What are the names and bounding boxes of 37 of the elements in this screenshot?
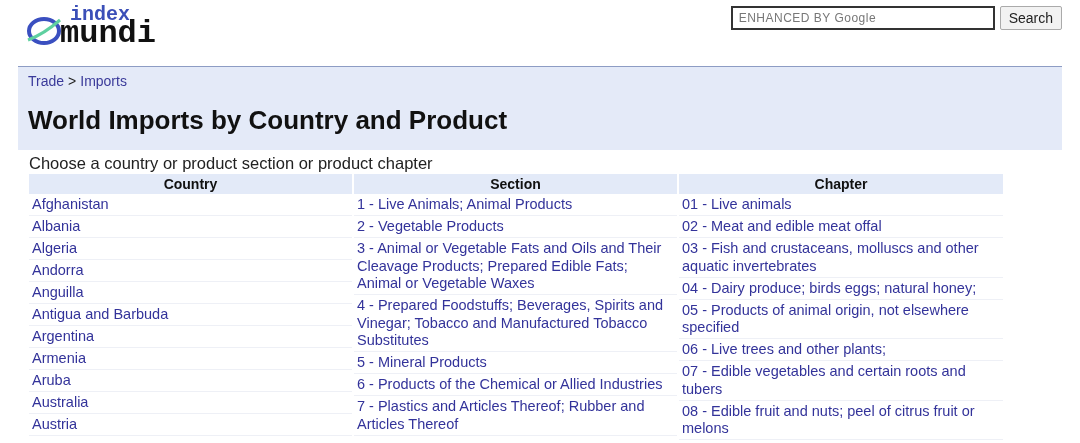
list-link[interactable]: 02 - Meat and edible meat offal (682, 218, 1000, 236)
list-link[interactable]: 4 - Prepared Foodstuffs; Beverages, Spirits and Vinegar; Tobacco and Manufactured Tobacco Substitutes (357, 297, 674, 350)
list-link[interactable]: 06 - Live trees and other plants; (682, 341, 1000, 359)
list-link[interactable]: Aruba (32, 372, 349, 390)
logo-text: index (70, 6, 130, 23)
list-link[interactable]: 07 - Edible vegetables and certain roots and tubers (682, 363, 1000, 398)
list-link[interactable]: Australia (32, 394, 349, 412)
breadcrumb-link[interactable]: Trade (28, 73, 65, 89)
list-link[interactable]: 03 - Fish and crustaceans, molluscs and other aquatic invertebrates (682, 240, 1000, 275)
list-link[interactable]: Antigua and Barbuda (32, 306, 349, 324)
column-header: Country (29, 174, 352, 194)
list-link[interactable]: Afghanistan (32, 196, 349, 214)
search-field[interactable]: ENHANCED BY Google (730, 6, 995, 30)
list-link[interactable]: Austria (32, 416, 349, 434)
intro-text: Choose a country or product section or product chapter (29, 154, 434, 173)
list-link[interactable]: 5 - Mineral Products (357, 354, 674, 372)
list-link[interactable]: 6 - Products of the Chemical or Allied Industries (357, 376, 674, 394)
list-link[interactable]: 2 - Vegetable Products (357, 218, 674, 236)
column-header: Section (354, 174, 677, 194)
list-link[interactable]: 08 - Edible fruit and nuts; peel of citrus fruit or melons (682, 402, 1000, 438)
list-link[interactable]: Argentina (32, 328, 349, 346)
list-link[interactable]: 01 - Live animals (682, 196, 1000, 214)
list-link[interactable]: 7 - Plastics and Articles Thereof; Rubber and Articles Thereof (357, 398, 674, 433)
list-link[interactable]: Algeria (32, 240, 349, 258)
breadcrumb-separator: > (68, 73, 77, 89)
list-link[interactable]: 04 - Dairy produce; birds eggs; natural honey; (682, 279, 1000, 297)
list-link[interactable]: Anguilla (32, 284, 349, 302)
search-button[interactable]: Search (999, 6, 1062, 30)
list-link[interactable]: Albania (32, 218, 349, 236)
list-link[interactable]: 3 - Animal or Vegetable Fats and Oils and Their Cleavage Products; Prepared Edible Fats; Animal or Vegetable Waxes (357, 240, 674, 293)
list-link[interactable]: Andorra (32, 262, 349, 280)
list-link[interactable]: Armenia (32, 350, 349, 368)
column-header: Chapter (679, 174, 1003, 194)
list-link[interactable]: 05 - Products of animal origin, not elsewhere specified (682, 301, 1000, 337)
breadcrumb-link[interactable]: Imports (80, 73, 127, 89)
list-link[interactable]: 1 - Live Animals; Animal Products (357, 196, 674, 214)
page-title: World Imports by Country and Product (28, 105, 509, 136)
